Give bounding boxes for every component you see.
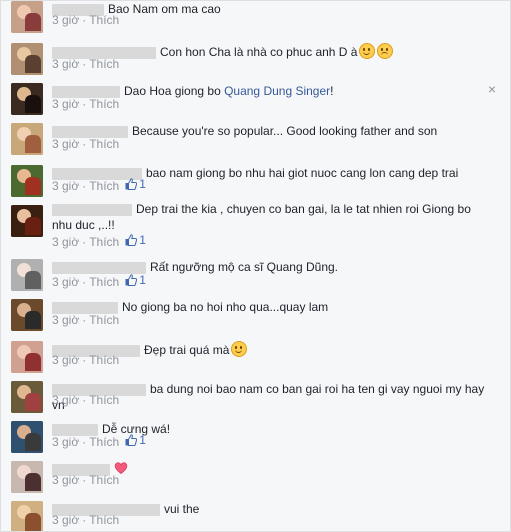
timestamp[interactable]: 3 giờ [52,179,79,193]
like-button[interactable]: Thích [89,179,119,193]
avatar[interactable] [11,461,43,493]
comment-text: bao nam giong bo nhu hai giot nuoc cang … [146,166,459,180]
avatar[interactable] [11,43,43,75]
thumbs-up-icon [125,434,138,446]
like-button[interactable]: Thích [89,313,119,327]
timestamp[interactable]: 3 giờ [52,313,79,327]
like-count[interactable]: 1 [125,273,146,287]
comment-text: Đẹp trai quá mà [144,343,230,357]
thumbs-up-icon [125,178,138,190]
thumbs-up-icon [125,274,138,286]
separator-dot: · [82,97,87,111]
comment-meta: 3 giờ · Thích 1 [52,273,146,289]
comment-meta: 3 giờ · Thích 1 [52,177,146,193]
like-button[interactable]: Thích [89,57,119,71]
mention-link[interactable]: Quang Dung Singer [224,84,330,98]
comment-text-suffix: ! [330,84,334,98]
separator-dot: · [82,435,87,449]
comment-text: Con hon Cha là nhà co phuc anh D à [160,45,358,59]
timestamp[interactable]: 3 giờ [52,513,79,527]
like-button[interactable]: Thích [89,13,119,27]
like-count[interactable]: 1 [125,177,146,191]
avatar[interactable] [11,123,43,155]
comment-text: Because you're so popular... Good lookin… [132,124,438,138]
like-count-number: 1 [139,233,146,247]
avatar[interactable] [11,83,43,115]
comment-meta: 3 giờ · Thích [52,137,119,151]
avatar[interactable] [11,205,43,237]
separator-dot: · [82,235,87,249]
avatar[interactable] [11,381,43,413]
like-count-number: 1 [139,273,146,287]
commenter-name[interactable]: Pham Hong Nhung [52,203,132,216]
comment-text: Bao Nam om ma cao [108,2,221,16]
comment-text: vui the [164,502,200,516]
comment-text: Rất ngưỡng mộ ca sĩ Quang Dũng. [150,260,339,274]
smile-emoji-icon [359,43,376,59]
like-button[interactable]: Thích [89,353,119,367]
comment-meta: 3 giờ · Thích 1 [52,233,146,249]
like-count[interactable]: 1 [125,233,146,247]
like-button[interactable]: Thích [89,393,119,407]
like-count[interactable]: 1 [125,433,146,447]
comment-meta: 3 giờ · Thích [52,473,119,487]
like-button[interactable]: Thích [89,235,119,249]
separator-dot: · [82,313,87,327]
comment-meta: 3 giờ · Thích [52,393,119,407]
like-button[interactable]: Thích [89,513,119,527]
timestamp[interactable]: 3 giờ [52,353,79,367]
avatar[interactable] [11,341,43,373]
comment-meta: 3 giờ · Thích [52,513,119,527]
separator-dot: · [82,137,87,151]
timestamp[interactable]: 3 giờ [52,235,79,249]
like-button[interactable]: Thích [89,473,119,487]
comment-meta: 3 giờ · Thích 1 [52,433,146,449]
timestamp[interactable]: 3 giờ [52,57,79,71]
separator-dot: · [82,393,87,407]
comment-meta: 3 giờ · Thích [52,97,119,111]
comment-text: No giong ba no hoi nho qua...quay lam [122,300,329,314]
smile-emoji-icon [231,341,248,357]
timestamp[interactable]: 3 giờ [52,473,79,487]
like-button[interactable]: Thích [89,275,119,289]
timestamp[interactable]: 3 giờ [52,275,79,289]
avatar[interactable] [11,165,43,197]
timestamp[interactable]: 3 giờ [52,137,79,151]
timestamp[interactable]: 3 giờ [52,435,79,449]
like-button[interactable]: Thích [89,97,119,111]
separator-dot: · [82,179,87,193]
comment-meta: 3 giờ · Thích [52,57,119,71]
comment-meta: 3 giờ · Thích [52,313,119,327]
separator-dot: · [82,473,87,487]
avatar[interactable] [11,259,43,291]
avatar[interactable] [11,1,43,33]
comment-meta: 3 giờ · Thích [52,353,119,367]
thumbs-up-icon [125,234,138,246]
comment-meta: 3 giờ · Thích [52,13,119,27]
separator-dot: · [82,13,87,27]
sad-emoji-icon [377,43,394,59]
separator-dot: · [82,513,87,527]
avatar[interactable] [11,299,43,331]
separator-dot: · [82,353,87,367]
comment-text: Dao Hoa giong bo [124,84,225,98]
like-count-number: 1 [139,433,146,447]
like-button[interactable]: Thích [89,435,119,449]
like-button[interactable]: Thích [89,137,119,151]
separator-dot: · [82,275,87,289]
timestamp[interactable]: 3 giờ [52,13,79,27]
avatar[interactable] [11,421,43,453]
like-count-number: 1 [139,177,146,191]
comment-thread: × Diem DoiBao Nam om ma cao3 giờ·ThíchHo… [0,0,511,532]
timestamp[interactable]: 3 giờ [52,97,79,111]
timestamp[interactable]: 3 giờ [52,393,79,407]
avatar[interactable] [11,501,43,531]
separator-dot: · [82,57,87,71]
